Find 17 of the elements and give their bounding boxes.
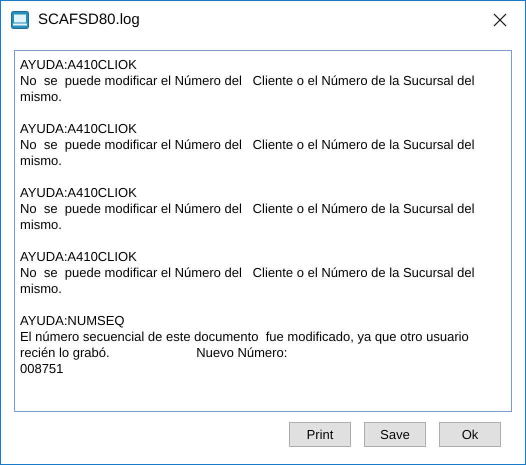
- log-code: AYUDA:A410CLIOK: [20, 57, 138, 73]
- log-message: El número secuencial de este documento fue modificado, ya que otro usuario recién lo grabó. Nuevo Número: 008751: [20, 329, 470, 377]
- close-icon: [493, 13, 507, 27]
- dialog-button[interactable]: Print: [289, 422, 351, 447]
- dialog-button[interactable]: Ok: [439, 422, 501, 447]
- log-text-area[interactable]: [14, 50, 512, 412]
- dialog-button[interactable]: Save: [364, 422, 426, 447]
- window-title: SCAFSD80.log: [38, 10, 140, 30]
- log-code: AYUDA:A410CLIOK: [20, 249, 138, 265]
- log-code: AYUDA:A410CLIOK: [20, 185, 138, 201]
- log-code: AYUDA:NUMSEQ: [20, 313, 126, 329]
- computer-icon: [11, 11, 29, 29]
- log-code: AYUDA:A410CLIOK: [20, 121, 138, 137]
- log-message: No se puede modificar el Número del Cliente o el Número de la Sucursal del mismo.: [20, 73, 476, 105]
- log-message: No se puede modificar el Número del Cliente o el Número de la Sucursal del mismo.: [20, 201, 476, 233]
- log-message: No se puede modificar el Número del Cliente o el Número de la Sucursal del mismo.: [20, 137, 476, 169]
- log-message: No se puede modificar el Número del Cliente o el Número de la Sucursal del mismo.: [20, 265, 476, 297]
